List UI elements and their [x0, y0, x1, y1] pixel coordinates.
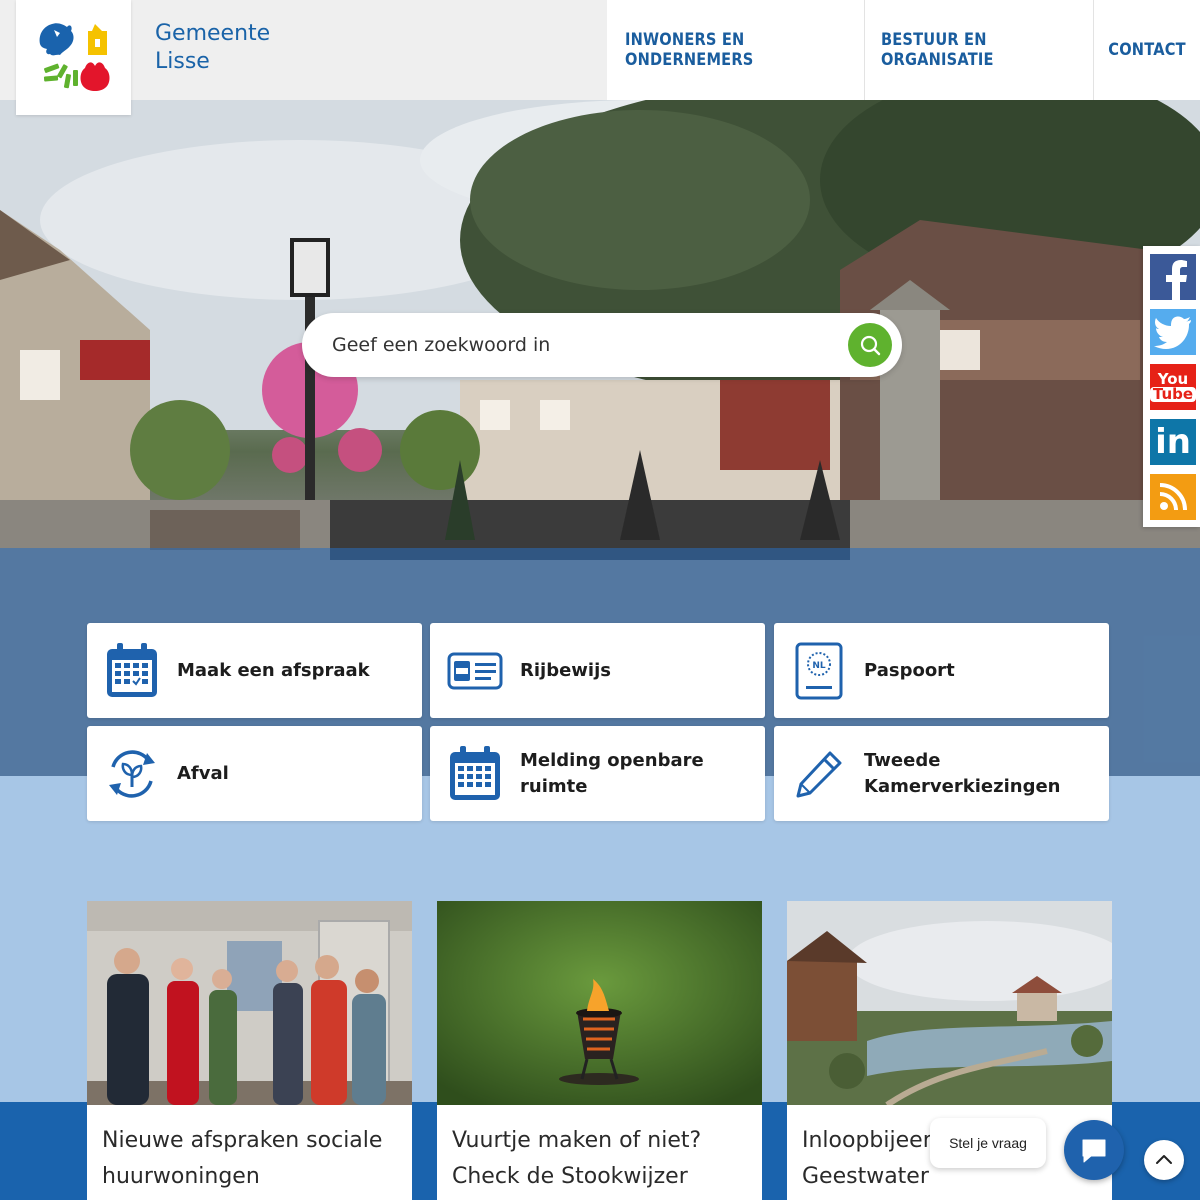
- chat-button[interactable]: [1064, 1120, 1124, 1180]
- nav-item-inwoners[interactable]: INWONERS EN ONDERNEMERS: [607, 0, 865, 100]
- chevron-up-icon: [1156, 1155, 1172, 1164]
- news-title: Nieuwe afspraken sociale huurwoningen: [102, 1128, 383, 1189]
- tile-afspraak-label: Maak een afspraak: [177, 659, 370, 681]
- news-card-stookwijzer[interactable]: Vuurtje maken of niet? Check de Stookwij…: [437, 901, 762, 1200]
- main-navigation: INWONERS EN ONDERNEMERS BESTUUR EN ORGAN…: [607, 0, 1200, 100]
- pencil-icon: [790, 745, 848, 803]
- brand-line-2: Lisse: [155, 49, 210, 74]
- site-header: Gemeente Lisse INWONERS EN ONDERNEMERS B…: [0, 0, 1200, 115]
- search-icon: [860, 335, 881, 356]
- passport-icon: NL: [790, 642, 848, 700]
- nav-item-contact[interactable]: CONTACT: [1094, 0, 1200, 100]
- tile-afval[interactable]: Afval: [87, 726, 422, 821]
- news-image-fire-basket: [437, 901, 762, 1105]
- drivers-license-icon: [446, 642, 504, 700]
- news-image-landscape: [787, 901, 1112, 1105]
- calendar-icon: [446, 745, 504, 803]
- tile-verkiezingen[interactable]: Tweede Kamerverkiezingen: [774, 726, 1109, 821]
- passport-nl-text: NL: [812, 661, 826, 671]
- chat-prompt[interactable]: Stel je vraag: [930, 1118, 1046, 1168]
- tile-melding-label: Melding openbare ruimte: [520, 749, 704, 797]
- tile-paspoort-label: Paspoort: [864, 659, 955, 681]
- site-logo[interactable]: [16, 0, 131, 115]
- tile-rijbewijs[interactable]: Rijbewijs: [430, 623, 765, 718]
- news-image-group-photo: [87, 901, 412, 1105]
- rss-icon[interactable]: [1150, 474, 1196, 520]
- tile-afval-label: Afval: [177, 762, 229, 784]
- news-card-huurwoningen[interactable]: Nieuwe afspraken sociale huurwoningen: [87, 901, 412, 1200]
- brand-line-1: Gemeente: [155, 21, 271, 46]
- tile-rijbewijs-label: Rijbewijs: [520, 659, 611, 681]
- nav-item-inwoners-label: INWONERS EN ONDERNEMERS: [624, 30, 754, 70]
- linkedin-icon[interactable]: in: [1150, 419, 1196, 465]
- search-button[interactable]: [848, 323, 892, 367]
- youtube-icon[interactable]: You Tube: [1149, 364, 1197, 410]
- nav-item-contact-label: CONTACT: [1108, 40, 1186, 60]
- back-to-top-button[interactable]: [1144, 1140, 1184, 1180]
- twitter-icon[interactable]: [1150, 309, 1196, 355]
- brand-name[interactable]: Gemeente Lisse: [155, 20, 270, 76]
- lisse-logo-icon: [39, 23, 110, 91]
- search-input[interactable]: [332, 313, 832, 377]
- tile-verkiezingen-label: Tweede Kamerverkiezingen: [864, 749, 1061, 797]
- social-media-bar: You Tube in: [1143, 246, 1200, 527]
- news-title: Vuurtje maken of niet? Check de Stookwij…: [452, 1128, 702, 1189]
- search-bar: [302, 313, 902, 377]
- nav-item-bestuur[interactable]: BESTUUR EN ORGANISATIE: [865, 0, 1094, 100]
- facebook-icon[interactable]: [1150, 254, 1196, 300]
- calendar-icon: [103, 642, 161, 700]
- chat-icon: [1082, 1139, 1106, 1163]
- tile-afspraak[interactable]: Maak een afspraak: [87, 623, 422, 718]
- recycle-icon: [103, 745, 161, 803]
- nav-item-bestuur-label: BESTUUR EN ORGANISATIE: [880, 30, 994, 70]
- tile-paspoort[interactable]: NL Paspoort: [774, 623, 1109, 718]
- tile-melding[interactable]: Melding openbare ruimte: [430, 726, 765, 821]
